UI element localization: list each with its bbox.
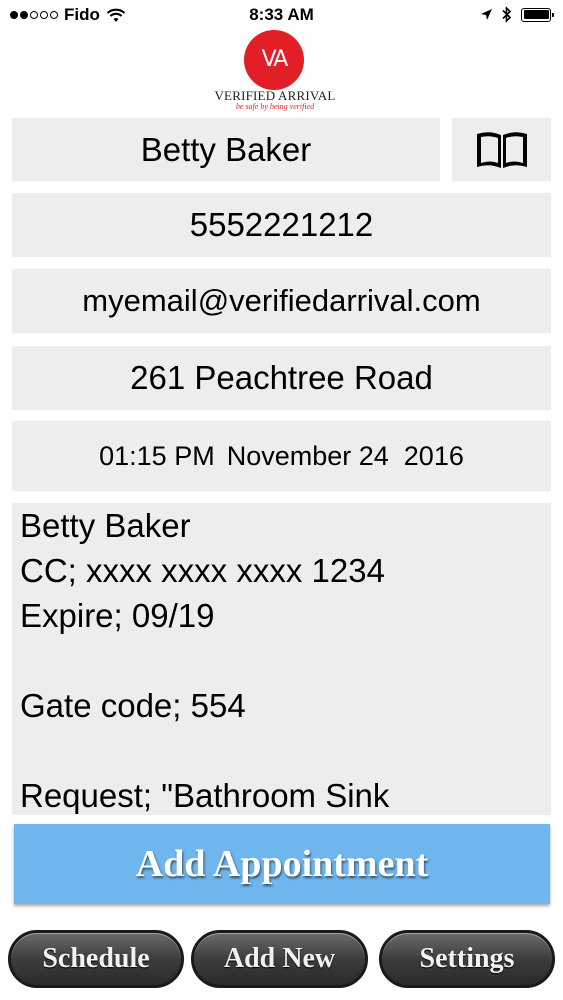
open-book-icon	[476, 131, 527, 168]
appointment-time: 01:15 PM	[99, 440, 215, 471]
logo-mark: VA	[244, 30, 304, 90]
client-name-field[interactable]: Betty Baker	[12, 118, 440, 181]
notes-line: Gate code; 554	[20, 687, 246, 724]
appointment-date: November 24 2016	[226, 440, 464, 471]
notes-line: CC; xxxx xxxx xxxx 1234	[20, 552, 385, 589]
clock: 8:33 AM	[249, 5, 314, 24]
notes-line	[20, 638, 543, 683]
address-field[interactable]: 261 Peachtree Road	[12, 346, 551, 410]
tab-schedule[interactable]: Schedule	[8, 930, 184, 988]
address-value: 261 Peachtree Road	[130, 359, 433, 396]
tab-add-new-label: Add New	[223, 943, 336, 974]
email-value: myemail@verifiedarrival.com	[82, 283, 481, 318]
notes-textarea[interactable]: Betty Baker CC; xxxx xxxx xxxx 1234 Expi…	[12, 503, 551, 815]
add-appointment-button[interactable]: Add Appointment	[14, 824, 550, 904]
contacts-button[interactable]	[452, 118, 551, 181]
battery-icon	[521, 7, 554, 22]
notes-line: Expire; 09/19	[20, 597, 215, 634]
status-bar: Fido 8:33 AM	[0, 0, 563, 32]
logo-tagline: be safe by being verified	[235, 102, 315, 111]
bluetooth-icon	[502, 6, 512, 23]
tab-schedule-label: Schedule	[42, 943, 150, 974]
email-field[interactable]: myemail@verifiedarrival.com	[12, 269, 551, 333]
client-name-value: Betty Baker	[140, 130, 312, 168]
notes-line: Betty Baker	[20, 507, 191, 544]
status-right	[480, 6, 554, 23]
location-arrow-icon	[481, 9, 492, 20]
notes-line: Request; "Bathroom Sink	[20, 777, 390, 814]
date-time-field[interactable]: 01:15 PM November 24 2016	[12, 421, 551, 491]
notes-line	[20, 728, 543, 773]
phone-value: 5552221212	[189, 206, 374, 243]
tab-add-new[interactable]: Add New	[191, 930, 368, 988]
tab-settings[interactable]: Settings	[379, 930, 555, 988]
tab-settings-label: Settings	[419, 943, 515, 974]
phone-field[interactable]: 5552221212	[12, 193, 551, 257]
app-logo: VA VERIFIED ARRIVAL be safe by being ver…	[200, 30, 350, 112]
